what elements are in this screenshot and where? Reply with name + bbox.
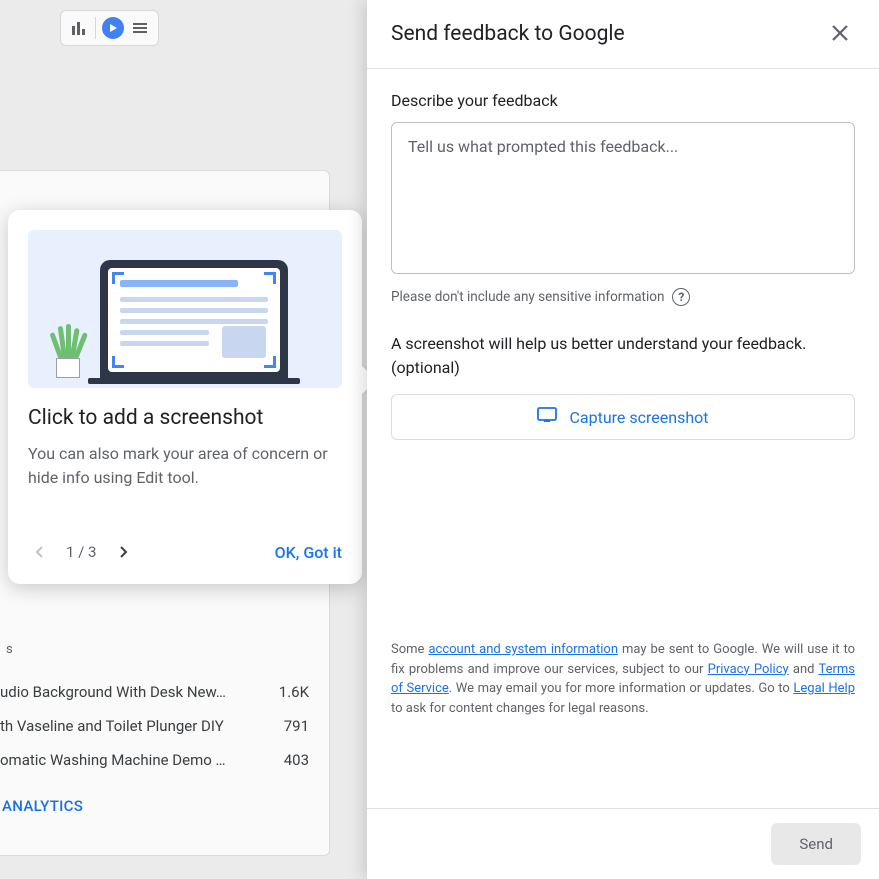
feedback-panel: Send feedback to Google Describe your fe… [367,0,879,879]
onboarding-tooltip: Click to add a screenshot You can also m… [8,210,362,584]
pager: 1 / 3 [28,540,135,564]
legal-text: Some account and system information may … [391,440,855,718]
describe-label: Describe your feedback [391,91,855,110]
sensitive-info-hint: Please don't include any sensitive infor… [391,289,664,305]
chevron-right-icon[interactable] [111,540,135,564]
tooltip-illustration [28,230,342,388]
chevron-left-icon [28,540,52,564]
tooltip-description: You can also mark your area of concern o… [28,442,342,490]
got-it-button[interactable]: OK, Got it [275,543,342,562]
send-button[interactable]: Send [771,823,861,865]
screenshot-icon [537,407,557,427]
page-indicator: 1 / 3 [66,543,97,561]
panel-footer: Send [367,808,879,879]
legal-help-link[interactable]: Legal Help [793,681,855,696]
panel-header: Send feedback to Google [367,0,879,69]
capture-label: Capture screenshot [569,408,708,427]
privacy-policy-link[interactable]: Privacy Policy [708,662,789,677]
account-info-link[interactable]: account and system information [428,642,618,657]
capture-screenshot-button[interactable]: Capture screenshot [391,394,855,440]
feedback-textarea[interactable] [391,122,855,274]
screenshot-description: A screenshot will help us better underst… [391,332,855,380]
panel-title: Send feedback to Google [391,22,625,46]
help-icon[interactable]: ? [672,288,690,306]
tooltip-title: Click to add a screenshot [28,406,342,430]
close-icon[interactable] [825,20,855,48]
